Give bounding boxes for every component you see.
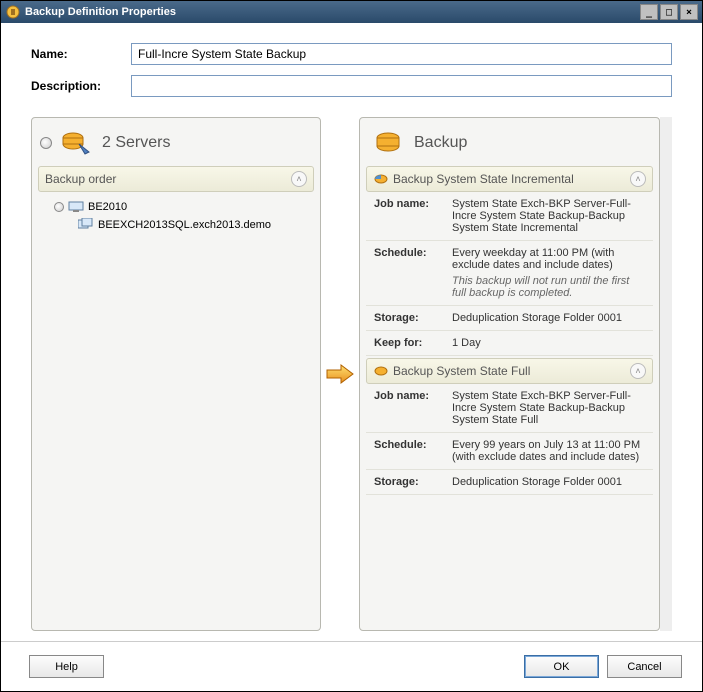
detail-label: Schedule: xyxy=(374,439,452,463)
tree-item-label: BEEXCH2013SQL.exch2013.demo xyxy=(98,219,271,231)
cancel-button[interactable]: Cancel xyxy=(607,655,682,678)
titlebar: Backup Definition Properties _ □ × xyxy=(1,1,702,23)
tree-item-label: BE2010 xyxy=(88,201,127,213)
name-label: Name: xyxy=(31,47,131,61)
tree-item-parent[interactable]: BE2010 xyxy=(42,198,310,216)
radio-icon[interactable] xyxy=(54,202,64,212)
section-header[interactable]: Backup System State Full ˄ xyxy=(366,358,653,384)
backup-section-incremental: Backup System State Incremental ˄ Job na… xyxy=(366,166,653,356)
detail-row: Storage: Deduplication Storage Folder 00… xyxy=(366,306,653,331)
panels-container: 2 Servers Backup order ˄ BE2010 xyxy=(31,117,672,631)
detail-value: Deduplication Storage Folder 0001 xyxy=(452,476,645,488)
detail-value: System State Exch-BKP Server-Full-Incre … xyxy=(452,390,645,426)
disk-full-icon xyxy=(373,364,389,378)
arrow-column xyxy=(321,117,359,631)
backup-panel: Backup Backup System State Incremental ˄ xyxy=(359,117,660,631)
detail-label: Schedule: xyxy=(374,247,452,299)
backup-icon xyxy=(368,128,408,158)
schedule-note: This backup will not run until the first… xyxy=(452,275,645,299)
ok-button[interactable]: OK xyxy=(524,655,599,678)
servers-icon xyxy=(56,128,96,158)
tree-item-child[interactable]: BEEXCH2013SQL.exch2013.demo xyxy=(42,216,310,234)
footer: Help OK Cancel xyxy=(1,641,702,691)
collapse-icon[interactable]: ˄ xyxy=(630,363,646,379)
server-icon xyxy=(68,200,84,214)
maximize-button[interactable]: □ xyxy=(660,4,678,20)
detail-value: Every 99 years on July 13 at 11:00 PM (w… xyxy=(452,439,645,463)
name-row: Name: xyxy=(31,43,672,65)
server-stack-icon xyxy=(78,218,94,232)
detail-row: Schedule: Every weekday at 11:00 PM (wit… xyxy=(366,241,653,306)
servers-panel-title: 2 Servers xyxy=(102,134,170,152)
detail-row: Storage: Deduplication Storage Folder 00… xyxy=(366,470,653,495)
collapse-icon[interactable]: ˄ xyxy=(630,171,646,187)
detail-value: System State Exch-BKP Server-Full-Incre … xyxy=(452,198,645,234)
server-tree: BE2010 BEEXCH2013SQL.exch2013.demo xyxy=(38,192,314,240)
dialog-window: Backup Definition Properties _ □ × Name:… xyxy=(0,0,703,692)
detail-label: Storage: xyxy=(374,312,452,324)
detail-value: 1 Day xyxy=(452,337,645,349)
description-row: Description: xyxy=(31,75,672,97)
app-icon xyxy=(5,4,21,20)
detail-label: Keep for: xyxy=(374,337,452,349)
backup-panel-header: Backup xyxy=(366,124,653,166)
window-title: Backup Definition Properties xyxy=(25,6,176,18)
description-input[interactable] xyxy=(131,75,672,97)
help-button[interactable]: Help xyxy=(29,655,104,678)
close-button[interactable]: × xyxy=(680,4,698,20)
detail-label: Job name: xyxy=(374,390,452,426)
servers-panel: 2 Servers Backup order ˄ BE2010 xyxy=(31,117,321,631)
section-header[interactable]: Backup System State Incremental ˄ xyxy=(366,166,653,192)
minimize-button[interactable]: _ xyxy=(640,4,658,20)
content-area: Name: Description: 2 Servers Backup orde… xyxy=(1,23,702,641)
backup-detail-list[interactable]: Backup System State Incremental ˄ Job na… xyxy=(366,166,653,624)
disk-partial-icon xyxy=(373,172,389,186)
description-label: Description: xyxy=(31,79,131,93)
detail-value: Deduplication Storage Folder 0001 xyxy=(452,312,645,324)
detail-row: Keep for: 1 Day xyxy=(366,331,653,356)
backup-section-full: Backup System State Full ˄ Job name: Sys… xyxy=(366,358,653,495)
section-header-label: Backup System State Full xyxy=(393,364,530,378)
radio-icon[interactable] xyxy=(40,137,52,149)
section-header-label: Backup System State Incremental xyxy=(393,172,574,186)
servers-panel-header: 2 Servers xyxy=(38,124,314,166)
detail-value: Every weekday at 11:00 PM (with exclude … xyxy=(452,247,645,299)
detail-label: Job name: xyxy=(374,198,452,234)
arrow-right-icon xyxy=(325,363,355,385)
detail-row: Job name: System State Exch-BKP Server-F… xyxy=(366,384,653,433)
detail-label: Storage: xyxy=(374,476,452,488)
backup-panel-title: Backup xyxy=(414,134,467,152)
schedule-text: Every weekday at 11:00 PM (with exclude … xyxy=(452,247,614,271)
detail-row: Job name: System State Exch-BKP Server-F… xyxy=(366,192,653,241)
collapse-icon[interactable]: ˄ xyxy=(291,171,307,187)
backup-order-header[interactable]: Backup order ˄ xyxy=(38,166,314,192)
name-input[interactable] xyxy=(131,43,672,65)
detail-row: Schedule: Every 99 years on July 13 at 1… xyxy=(366,433,653,470)
backup-order-label: Backup order xyxy=(45,172,116,186)
